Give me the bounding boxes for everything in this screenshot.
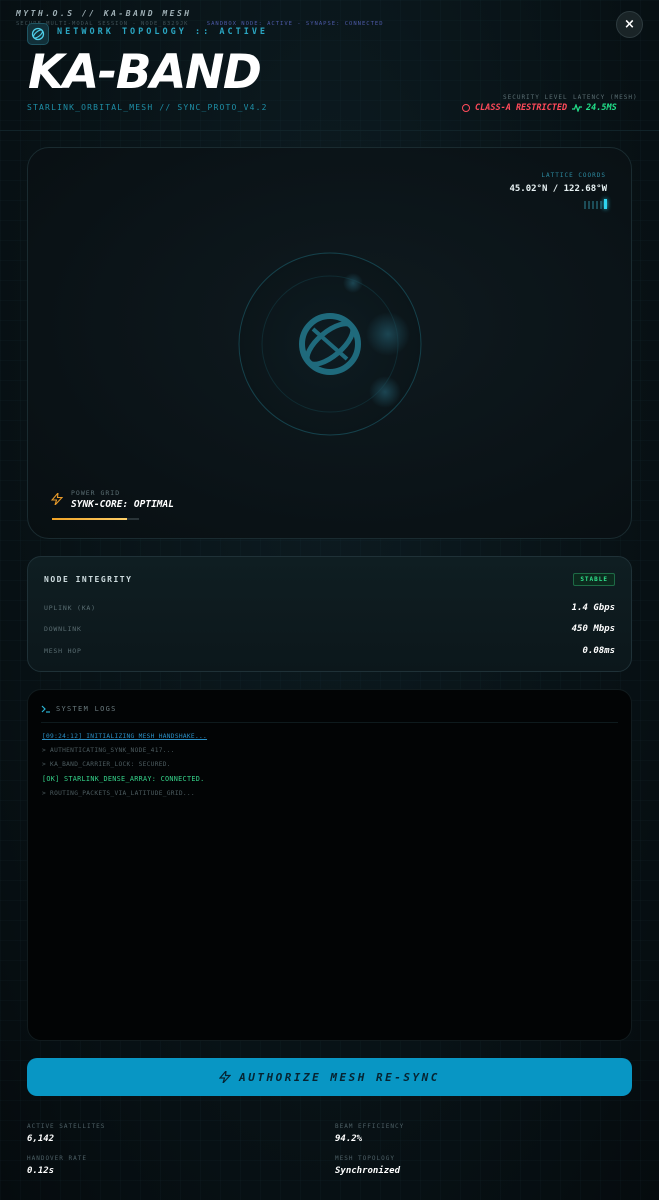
power-grid-label: POWER GRID [71, 489, 121, 497]
page-title: KA-BAND [28, 45, 262, 100]
integrity-row-label: MESH HOP [44, 647, 82, 655]
close-button[interactable]: × [616, 11, 643, 38]
node-integrity-card: NODE INTEGRITY STABLE UPLINK (KA) 1.4 Gb… [27, 556, 632, 672]
header-divider [0, 130, 659, 131]
close-icon: × [624, 17, 635, 32]
signal-bars [584, 199, 607, 209]
node-integrity-title: NODE INTEGRITY [44, 575, 133, 584]
stat-value: 6,142 [27, 1134, 55, 1144]
pulse-icon [572, 104, 582, 112]
authorize-resync-button[interactable]: AUTHORIZE MESH RE-SYNC [27, 1058, 632, 1096]
system-title: MYTH.O.S // KA-BAND MESH [16, 9, 192, 18]
power-progress-bar [52, 518, 139, 520]
stat-value: 94.2% [335, 1134, 363, 1144]
system-logs-panel[interactable]: SYSTEM LOGS [09:24:12] INITIALIZING_MESH… [27, 689, 632, 1041]
terminal-icon [41, 705, 50, 713]
log-line: > AUTHENTICATING_SYNK_NODE_417... [42, 747, 175, 754]
logs-divider [41, 722, 618, 723]
bolt-icon [219, 1071, 232, 1083]
lattice-coords-value: 45.02°N / 122.68°W [509, 184, 607, 194]
orbital-panel: LATTICE COORDS 45.02°N / 122.68°W POWER … [27, 147, 632, 539]
bolt-icon [51, 493, 63, 505]
security-level-text: CLASS-A RESTRICTED [475, 103, 568, 113]
system-logs-title: SYSTEM LOGS [56, 705, 117, 713]
stat-value: Synchronized [335, 1166, 401, 1176]
topology-status: NETWORK TOPOLOGY :: ACTIVE [57, 27, 269, 37]
power-grid-value: SYNK-CORE: OPTIMAL [71, 499, 174, 510]
integrity-row: UPLINK (KA) 1.4 Gbps [44, 601, 615, 615]
security-level-label: SECURITY LEVEL [503, 94, 568, 101]
power-progress-fill [52, 518, 127, 520]
system-logs-header: SYSTEM LOGS [41, 705, 117, 713]
authorize-resync-label: AUTHORIZE MESH RE-SYNC [239, 1070, 440, 1084]
integrity-row: MESH HOP 0.08ms [44, 644, 615, 658]
integrity-row-label: DOWNLINK [44, 625, 82, 633]
integrity-row-label: UPLINK (KA) [44, 604, 96, 612]
latency-text: 24.5MS [586, 103, 617, 113]
app-frame: MYTH.O.S // KA-BAND MESH SECURE MULTI-MO… [0, 0, 659, 1200]
stat-label: BEAM EFFICIENCY [335, 1123, 405, 1130]
log-line: > KA_BAND_CARRIER_LOCK: SECURED. [42, 761, 171, 768]
log-line: [OK] STARLINK_DENSE_ARRAY: CONNECTED. [42, 775, 205, 783]
log-line: [09:24:12] INITIALIZING_MESH_HANDSHAKE..… [42, 733, 208, 740]
status-badge: STABLE [573, 573, 615, 586]
stat-label: MESH TOPOLOGY [335, 1155, 395, 1162]
stat-label: ACTIVE SATELLITES [27, 1123, 106, 1130]
stat-label: HANDOVER RATE [27, 1155, 87, 1162]
integrity-row: DOWNLINK 450 Mbps [44, 622, 615, 636]
log-line: > ROUTING_PACKETS_VIA_LATITUDE_GRID... [42, 790, 195, 797]
network-icon [27, 23, 49, 45]
latency-label: LATENCY (MESH) [573, 94, 638, 101]
integrity-row-value: 1.4 Gbps [571, 603, 615, 613]
integrity-row-value: 0.08ms [582, 646, 615, 656]
orbital-visualization[interactable] [238, 252, 422, 436]
lattice-coords-label: LATTICE COORDS [541, 172, 606, 179]
alert-ring-icon [462, 104, 470, 112]
security-level-value: CLASS-A RESTRICTED [462, 103, 567, 113]
latency-value: 24.5MS [572, 103, 617, 113]
protocol-label: STARLINK_ORBITAL_MESH // SYNC_PROTO_V4.2 [27, 103, 268, 112]
integrity-row-value: 450 Mbps [571, 624, 615, 634]
stat-value: 0.12s [27, 1166, 55, 1176]
